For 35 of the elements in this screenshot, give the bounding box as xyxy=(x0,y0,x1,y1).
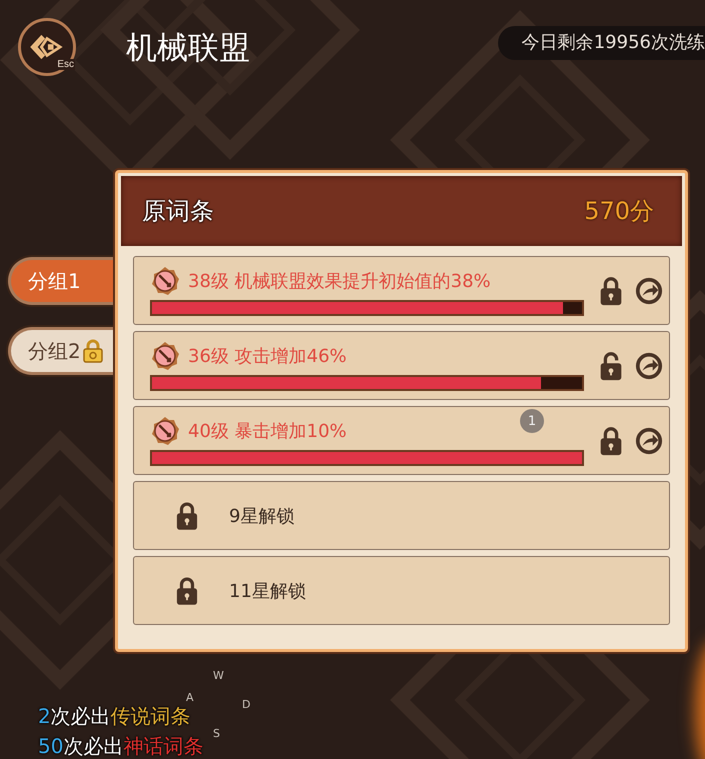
refresh-icon[interactable] xyxy=(635,352,663,380)
affix-text: 38级 机械联盟效果提升初始值的38% xyxy=(188,270,491,292)
padlock-icon[interactable] xyxy=(599,426,623,456)
rarity-name: 传说词条 xyxy=(110,703,191,730)
refine-counter: 今日剩余19956次洗练 xyxy=(498,26,705,60)
unlock-requirement: 11星解锁 xyxy=(229,580,306,602)
pity-text: 次必出 xyxy=(63,733,124,759)
padlock-icon xyxy=(176,576,198,606)
medallion-icon xyxy=(150,416,180,446)
unlock-requirement: 9星解锁 xyxy=(229,504,294,528)
refresh-icon[interactable] xyxy=(635,276,663,304)
key-label: A xyxy=(186,692,194,704)
refresh-icon[interactable] xyxy=(635,426,663,454)
pity-count: 50 xyxy=(38,733,64,759)
key-label: W xyxy=(213,670,224,682)
key-label: S xyxy=(213,728,220,740)
open-padlock-icon[interactable] xyxy=(599,350,623,380)
medallion-icon xyxy=(150,266,180,296)
rarity-name: 神话词条 xyxy=(123,733,204,759)
medallion-icon xyxy=(150,340,180,370)
affix-text: 36级 攻击增加46% xyxy=(188,344,347,368)
group-tab[interactable]: 分组2 xyxy=(8,327,115,375)
back-button[interactable]: Esc xyxy=(18,18,76,76)
group-tab[interactable]: 分组1 xyxy=(8,257,115,305)
count-badge: 1 xyxy=(520,409,544,433)
key-label: D xyxy=(242,699,250,711)
score: 570分 xyxy=(584,196,654,227)
affix-text: 40级 暴击增加10% xyxy=(188,420,347,442)
pity-count: 2 xyxy=(38,703,51,730)
padlock-icon[interactable] xyxy=(599,276,623,306)
padlock-icon xyxy=(82,339,103,363)
padlock-icon xyxy=(176,500,198,530)
pity-text: 次必出 xyxy=(50,703,111,730)
panel-title: 原词条 xyxy=(142,196,214,227)
page-title: 机械联盟 xyxy=(126,29,250,68)
